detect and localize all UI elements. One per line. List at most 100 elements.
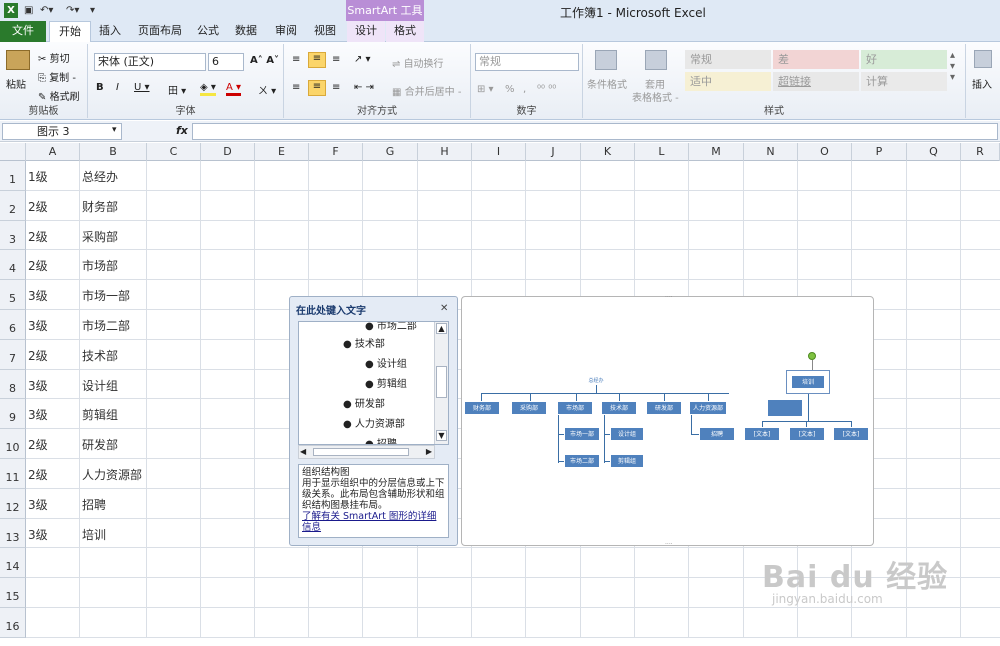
- vertical-scrollbar[interactable]: ▲ ▼: [434, 322, 448, 444]
- list-item[interactable]: ● 设计组: [365, 355, 407, 370]
- cell-level[interactable]: 1级: [28, 168, 48, 185]
- frame-handle-bottom[interactable]: ····: [665, 541, 673, 548]
- tab-insert[interactable]: 插入: [92, 21, 128, 42]
- phonetic-icon[interactable]: ㄨ ▾: [258, 82, 276, 97]
- column-header[interactable]: M: [689, 143, 744, 161]
- align-right-icon[interactable]: ≡: [332, 82, 340, 93]
- cell-level[interactable]: 3级: [28, 496, 48, 513]
- scroll-thumb[interactable]: [436, 366, 447, 398]
- org-node[interactable]: 研发部: [646, 401, 682, 415]
- tab-design[interactable]: 设计: [347, 21, 385, 42]
- tab-view[interactable]: 视图: [307, 21, 343, 42]
- cell-department[interactable]: 培训: [82, 526, 106, 543]
- row-header[interactable]: 8: [0, 370, 26, 399]
- org-node[interactable]: 剪辑组: [610, 454, 644, 468]
- column-header[interactable]: R: [961, 143, 1000, 161]
- placeholder-node[interactable]: [文本]: [833, 427, 869, 441]
- column-header[interactable]: L: [635, 143, 689, 161]
- close-icon[interactable]: ✕: [440, 303, 448, 314]
- column-header[interactable]: D: [201, 143, 255, 161]
- h-scroll-thumb[interactable]: [313, 448, 409, 456]
- placeholder-node[interactable]: [文本]: [744, 427, 780, 441]
- row-header[interactable]: 10: [0, 429, 26, 459]
- style-neutral[interactable]: 适中: [685, 72, 771, 91]
- font-color-icon[interactable]: A ▾: [226, 82, 242, 96]
- align-top-icon[interactable]: ≡: [292, 54, 300, 65]
- cell-department[interactable]: 研发部: [82, 436, 118, 453]
- cell-department[interactable]: 市场部: [82, 257, 118, 274]
- insert-cells-button[interactable]: 插入: [972, 76, 992, 91]
- row-header[interactable]: 3: [0, 221, 26, 250]
- customize-qat-icon[interactable]: ▾: [90, 3, 95, 18]
- cell-level[interactable]: 3级: [28, 377, 48, 394]
- org-node[interactable]: 市场一部: [564, 427, 600, 441]
- column-header[interactable]: E: [255, 143, 309, 161]
- format-painter-button[interactable]: ✎ 格式刷: [38, 88, 80, 103]
- row-header[interactable]: 7: [0, 340, 26, 370]
- scroll-up-icon[interactable]: ▲: [436, 323, 447, 334]
- scroll-right-icon[interactable]: ▶: [426, 447, 432, 456]
- cell-department[interactable]: 市场二部: [82, 317, 130, 334]
- paste-button[interactable]: 粘贴: [6, 76, 26, 91]
- row-header[interactable]: 4: [0, 250, 26, 280]
- currency-icon[interactable]: ⊞ ▾: [477, 84, 494, 95]
- cell-level[interactable]: 2级: [28, 347, 48, 364]
- orientation-icon[interactable]: ↗ ▾: [354, 54, 371, 65]
- org-node-empty[interactable]: [767, 399, 803, 417]
- insert-function-button[interactable]: fx: [176, 124, 188, 137]
- org-node[interactable]: 技术部: [601, 401, 637, 415]
- tab-home[interactable]: 开始: [49, 21, 91, 43]
- cell-level[interactable]: 2级: [28, 436, 48, 453]
- org-node-selected[interactable]: 培训: [791, 375, 825, 389]
- row-header[interactable]: 13: [0, 519, 26, 548]
- row-header[interactable]: 11: [0, 459, 26, 489]
- cell-department[interactable]: 财务部: [82, 198, 118, 215]
- org-node[interactable]: 采购部: [511, 401, 547, 415]
- conditional-format-icon[interactable]: [595, 50, 617, 70]
- column-header[interactable]: O: [798, 143, 852, 161]
- style-normal[interactable]: 常规: [685, 50, 771, 69]
- underline-icon[interactable]: U ▾: [134, 82, 150, 93]
- align-middle-icon[interactable]: ≡: [308, 52, 326, 68]
- org-node[interactable]: 人力资源部: [689, 401, 727, 415]
- row-header[interactable]: 16: [0, 608, 26, 638]
- cell-department[interactable]: 技术部: [82, 347, 118, 364]
- styles-scroll-icon[interactable]: ▴ ▾ ▾: [950, 50, 955, 83]
- column-header[interactable]: G: [363, 143, 418, 161]
- comma-icon[interactable]: ,: [523, 84, 526, 95]
- org-node[interactable]: 市场二部: [564, 454, 600, 468]
- style-good[interactable]: 好: [861, 50, 947, 69]
- tab-formulas[interactable]: 公式: [190, 21, 226, 42]
- row-header[interactable]: 5: [0, 280, 26, 310]
- top-node-label[interactable]: 总经办: [582, 377, 610, 384]
- copy-button[interactable]: ⎘ 复制 -: [38, 69, 76, 84]
- undo-icon[interactable]: ↶▾: [40, 3, 53, 18]
- fill-color-icon[interactable]: ◈ ▾: [200, 82, 216, 96]
- text-pane-list[interactable]: ● 市场二部 ● 技术部 ● 设计组 ● 剪辑组 ● 研发部 ● 人力资源部 ●…: [298, 321, 449, 445]
- row-header[interactable]: 14: [0, 548, 26, 578]
- cell-department[interactable]: 市场一部: [82, 287, 130, 304]
- tab-file[interactable]: 文件: [0, 21, 46, 42]
- percent-button[interactable]: %: [505, 84, 515, 95]
- indent-icon[interactable]: ⇤ ⇥: [354, 82, 374, 93]
- tab-review[interactable]: 审阅: [268, 21, 304, 42]
- list-item[interactable]: ● 市场二部: [365, 322, 417, 332]
- save-icon[interactable]: ▣: [24, 3, 33, 18]
- row-header[interactable]: 1: [0, 161, 26, 191]
- name-box[interactable]: 图示 3: [2, 123, 122, 140]
- list-item[interactable]: ● 技术部: [343, 335, 385, 350]
- cell-level[interactable]: 3级: [28, 287, 48, 304]
- list-item[interactable]: ● 人力资源部: [343, 415, 405, 430]
- merge-center-button[interactable]: ▦ 合并后居中 -: [392, 83, 461, 98]
- insert-cells-icon[interactable]: [974, 50, 992, 68]
- list-item[interactable]: ● 招聘: [365, 435, 397, 444]
- column-header[interactable]: J: [526, 143, 581, 161]
- cell-level[interactable]: 3级: [28, 406, 48, 423]
- org-node[interactable]: 招聘: [699, 427, 735, 441]
- conditional-format-button[interactable]: 条件格式: [587, 76, 627, 91]
- tab-data[interactable]: 数据: [228, 21, 264, 42]
- list-item[interactable]: ● 剪辑组: [365, 375, 407, 390]
- column-header[interactable]: C: [147, 143, 201, 161]
- font-size-select[interactable]: 6: [208, 53, 244, 71]
- scroll-left-icon[interactable]: ◀: [300, 447, 306, 456]
